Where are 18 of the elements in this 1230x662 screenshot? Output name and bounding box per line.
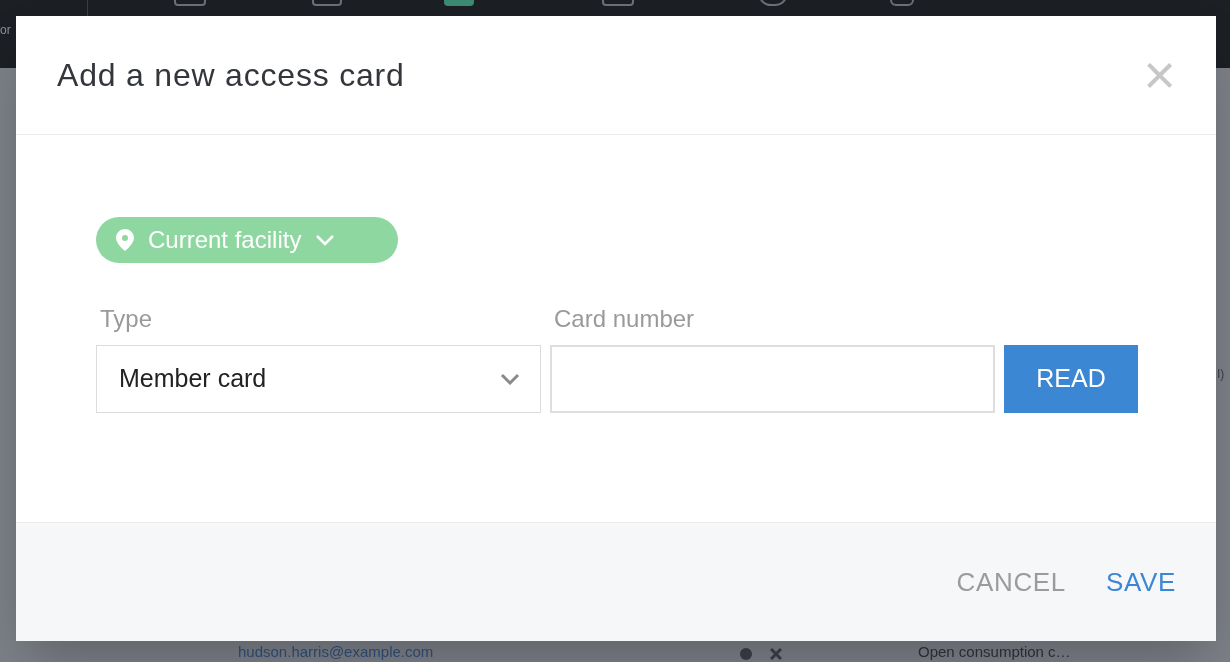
email-link[interactable]: hudson.harris@example.com [238,644,434,659]
nav-label: or [0,24,11,36]
facility-chip[interactable]: Current facility [96,217,398,263]
read-button[interactable]: READ [1004,345,1138,413]
row-text: Open consumption c… [918,644,1071,659]
chevron-down-icon [500,373,520,385]
remove-icon[interactable] [770,648,782,660]
field-label: Type [99,304,154,334]
close-button[interactable]: × [1143,47,1176,103]
field-label: Card number [553,304,696,334]
type-select[interactable]: Member card [96,345,541,413]
chevron-down-icon [315,234,336,246]
page-text: I) [1217,368,1225,380]
cancel-button[interactable]: CANCEL [956,562,1066,602]
location-pin-icon [116,229,134,251]
save-button[interactable]: SAVE [1105,562,1176,602]
dialog-title: Add a new access card [57,56,405,95]
card-number-field[interactable] [550,345,995,413]
